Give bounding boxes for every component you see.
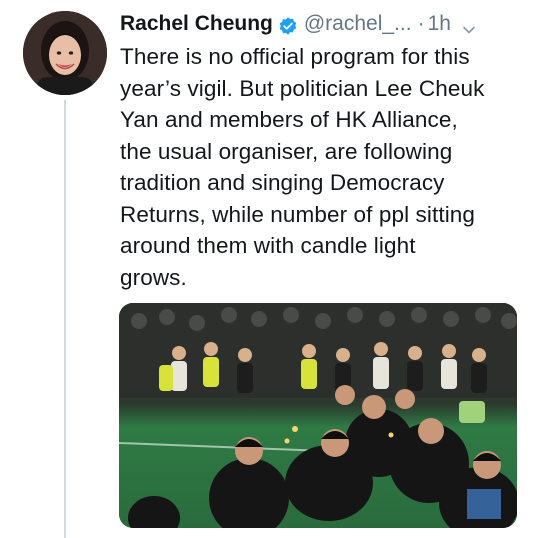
timestamp[interactable]: 1h — [428, 8, 451, 40]
thread-line — [64, 100, 66, 538]
avatar[interactable] — [23, 11, 107, 95]
chevron-down-icon[interactable] — [461, 16, 477, 34]
photo-image — [119, 303, 517, 528]
tweet-text: There is no official program for this ye… — [120, 44, 485, 290]
separator-dot: · — [417, 12, 425, 35]
display-name[interactable]: Rachel Cheung — [120, 8, 273, 40]
tweet-header: Rachel Cheung @rachel_... · 1h — [120, 8, 526, 40]
crowd-photo[interactable] — [119, 303, 517, 528]
verified-badge-icon — [278, 14, 298, 35]
avatar-image — [23, 11, 107, 95]
user-handle[interactable]: @rachel_... — [304, 8, 412, 40]
